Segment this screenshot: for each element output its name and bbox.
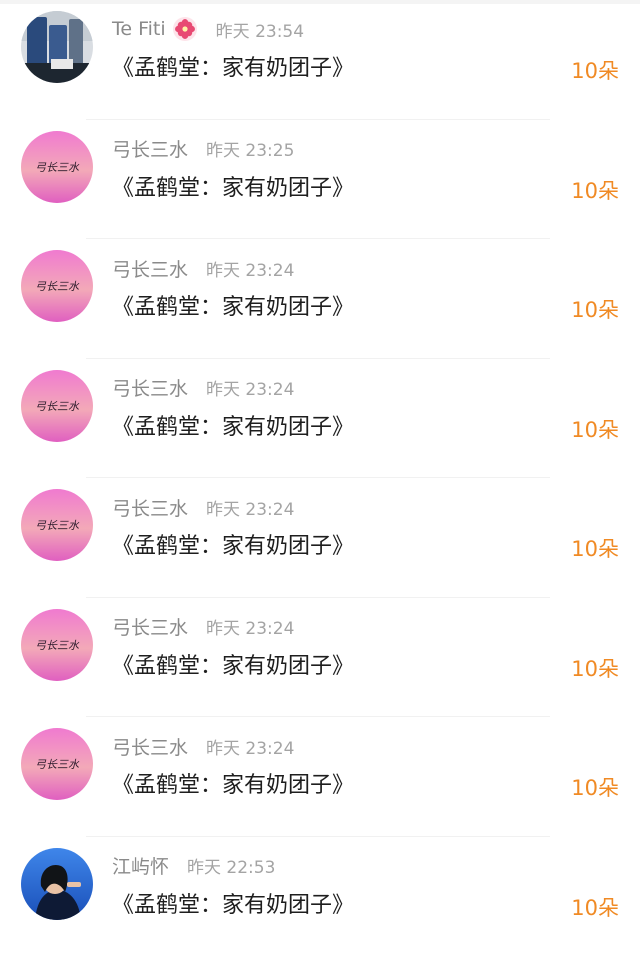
- timestamp: 昨天 22:53: [187, 853, 275, 878]
- gift-count: 10朵: [571, 414, 619, 444]
- list-item[interactable]: 弓长三水 弓长三水 昨天 23:24 《孟鹤堂：家有奶团子》 10朵: [0, 717, 640, 837]
- item-meta: 江屿怀 昨天 22:53: [112, 853, 275, 879]
- avatar[interactable]: 弓长三水: [21, 489, 93, 561]
- gift-record-list: Te Fiti 昨天 23:: [0, 0, 640, 956]
- list-item[interactable]: 弓长三水 弓长三水 昨天 23:24 《孟鹤堂：家有奶团子》 10朵: [0, 359, 640, 479]
- timestamp: 昨天 23:54: [216, 17, 304, 42]
- username[interactable]: 弓长三水: [112, 613, 188, 640]
- username[interactable]: 弓长三水: [112, 733, 188, 760]
- gift-title: 《孟鹤堂：家有奶团子》: [112, 767, 354, 799]
- gift-title: 《孟鹤堂：家有奶团子》: [112, 170, 354, 202]
- gift-title: 《孟鹤堂：家有奶团子》: [112, 648, 354, 680]
- list-item[interactable]: Te Fiti 昨天 23:: [0, 0, 640, 120]
- list-item[interactable]: 弓长三水 弓长三水 昨天 23:24 《孟鹤堂：家有奶团子》 10朵: [0, 239, 640, 359]
- list-item[interactable]: 弓长三水 弓长三水 昨天 23:25 《孟鹤堂：家有奶团子》 10朵: [0, 120, 640, 240]
- username[interactable]: Te Fiti: [112, 18, 166, 40]
- svg-text:弓长三水: 弓长三水: [35, 758, 80, 771]
- timestamp: 昨天 23:25: [206, 136, 294, 161]
- gift-count: 10朵: [571, 55, 619, 85]
- svg-text:弓长三水: 弓长三水: [35, 280, 80, 293]
- timestamp: 昨天 23:24: [206, 495, 294, 520]
- gift-title: 《孟鹤堂：家有奶团子》: [112, 528, 354, 560]
- gift-count: 10朵: [571, 294, 619, 324]
- avatar[interactable]: 弓长三水: [21, 131, 93, 203]
- gift-count: 10朵: [571, 175, 619, 205]
- timestamp: 昨天 23:24: [206, 614, 294, 639]
- svg-text:弓长三水: 弓长三水: [35, 519, 80, 532]
- item-meta: 弓长三水 昨天 23:24: [112, 255, 294, 281]
- list-item[interactable]: 弓长三水 弓长三水 昨天 23:24 《孟鹤堂：家有奶团子》 10朵: [0, 478, 640, 598]
- list-item[interactable]: 弓长三水 弓长三水 昨天 23:24 《孟鹤堂：家有奶团子》 10朵: [0, 598, 640, 718]
- timestamp: 昨天 23:24: [206, 734, 294, 759]
- item-meta: Te Fiti 昨天 23:: [112, 16, 304, 42]
- svg-text:弓长三水: 弓长三水: [35, 400, 80, 413]
- item-meta: 弓长三水 昨天 23:24: [112, 494, 294, 520]
- username[interactable]: 弓长三水: [112, 135, 188, 162]
- gift-title: 《孟鹤堂：家有奶团子》: [112, 887, 354, 919]
- gift-count: 10朵: [571, 772, 619, 802]
- svg-text:弓长三水: 弓长三水: [35, 639, 80, 652]
- username[interactable]: 弓长三水: [112, 255, 188, 282]
- avatar[interactable]: 弓长三水: [21, 609, 93, 681]
- item-meta: 弓长三水 昨天 23:24: [112, 375, 294, 401]
- svg-text:弓长三水: 弓长三水: [35, 161, 80, 174]
- avatar[interactable]: [21, 848, 93, 920]
- gift-count: 10朵: [571, 653, 619, 683]
- timestamp: 昨天 23:24: [206, 256, 294, 281]
- avatar[interactable]: [21, 11, 93, 83]
- gift-title: 《孟鹤堂：家有奶团子》: [112, 409, 354, 441]
- gift-title: 《孟鹤堂：家有奶团子》: [112, 289, 354, 321]
- item-meta: 弓长三水 昨天 23:24: [112, 733, 294, 759]
- avatar[interactable]: 弓长三水: [21, 728, 93, 800]
- timestamp: 昨天 23:24: [206, 375, 294, 400]
- flower-icon: [172, 16, 198, 42]
- username[interactable]: 弓长三水: [112, 494, 188, 521]
- item-meta: 弓长三水 昨天 23:24: [112, 614, 294, 640]
- avatar[interactable]: 弓长三水: [21, 370, 93, 442]
- username[interactable]: 江屿怀: [112, 852, 169, 879]
- gift-count: 10朵: [571, 892, 619, 922]
- avatar[interactable]: 弓长三水: [21, 250, 93, 322]
- item-meta: 弓长三水 昨天 23:25: [112, 136, 294, 162]
- username[interactable]: 弓长三水: [112, 374, 188, 401]
- gift-count: 10朵: [571, 533, 619, 563]
- gift-title: 《孟鹤堂：家有奶团子》: [112, 50, 354, 82]
- list-item[interactable]: 江屿怀 昨天 22:53 《孟鹤堂：家有奶团子》 10朵: [0, 837, 640, 956]
